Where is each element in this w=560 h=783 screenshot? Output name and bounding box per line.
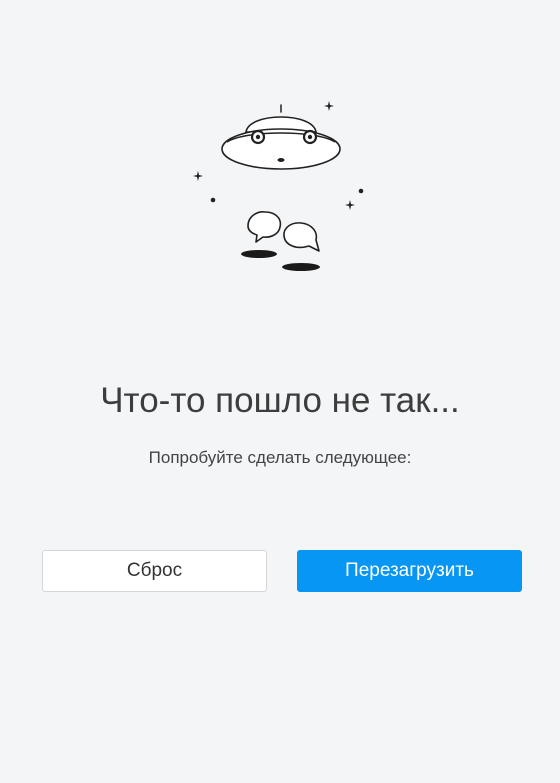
- ufo-icon: [193, 101, 364, 271]
- error-illustration: [185, 98, 375, 278]
- reload-button[interactable]: Перезагрузить: [297, 550, 522, 592]
- error-subtitle: Попробуйте сделать следующее:: [148, 448, 412, 467]
- reset-button[interactable]: Сброс: [42, 550, 267, 592]
- error-title: Что-то пошло не так...: [100, 381, 460, 420]
